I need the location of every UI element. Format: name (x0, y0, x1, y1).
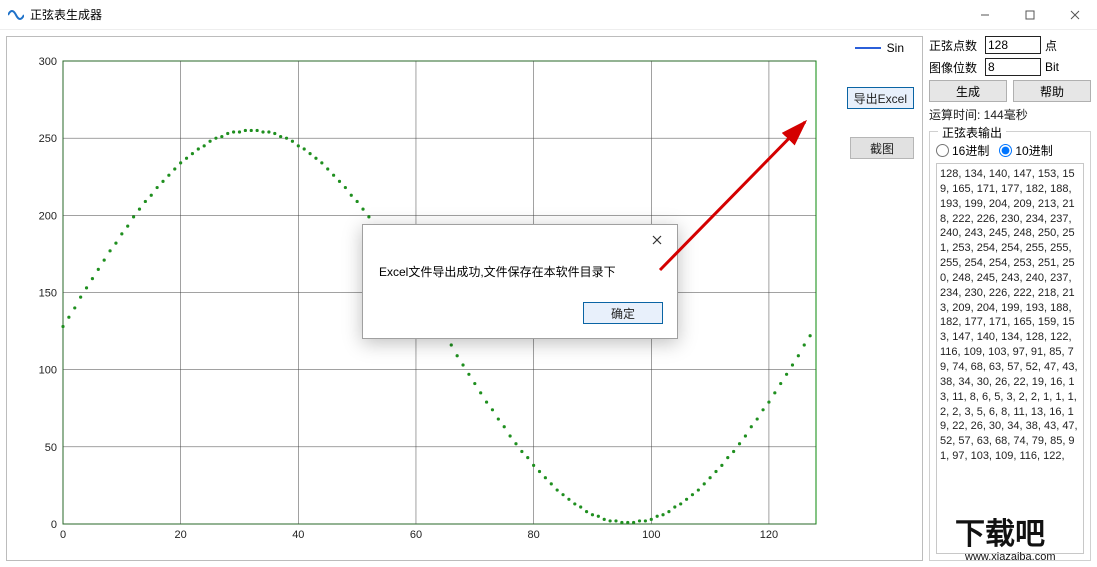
help-button[interactable]: 帮助 (1013, 80, 1091, 102)
controls-panel: 正弦点数 点 图像位数 Bit 生成 帮助 运算时间: 144毫秒 正弦表输出 … (929, 36, 1091, 561)
app-icon (8, 7, 24, 23)
svg-text:150: 150 (39, 288, 57, 300)
bits-label: 图像位数 (929, 59, 981, 76)
svg-text:0: 0 (51, 519, 57, 531)
radio-hex-label: 16进制 (952, 142, 989, 159)
svg-text:0: 0 (60, 529, 66, 541)
bits-unit: Bit (1045, 60, 1075, 74)
radio-dec-input[interactable] (999, 144, 1012, 157)
dialog-ok-button[interactable]: 确定 (583, 302, 663, 324)
maximize-button[interactable] (1007, 0, 1052, 29)
points-label: 正弦点数 (929, 37, 981, 54)
compute-time-status: 运算时间: 144毫秒 (929, 106, 1091, 123)
svg-text:300: 300 (39, 56, 57, 68)
generate-button[interactable]: 生成 (929, 80, 1007, 102)
close-button[interactable] (1052, 0, 1097, 29)
svg-text:100: 100 (642, 529, 660, 541)
output-textarea[interactable]: 128, 134, 140, 147, 153, 159, 165, 171, … (936, 163, 1084, 554)
radio-dec-label: 10进制 (1015, 142, 1052, 159)
bits-input[interactable] (985, 58, 1041, 76)
svg-text:40: 40 (292, 529, 304, 541)
export-success-dialog: Excel文件导出成功,文件保存在本软件目录下 确定 (362, 224, 678, 339)
radio-dec[interactable]: 10进制 (999, 142, 1052, 159)
points-unit: 点 (1045, 37, 1075, 54)
svg-text:50: 50 (45, 442, 57, 454)
svg-text:200: 200 (39, 210, 57, 222)
svg-text:100: 100 (39, 365, 57, 377)
svg-text:120: 120 (760, 529, 778, 541)
screenshot-button[interactable]: 截图 (850, 137, 914, 159)
output-group: 正弦表输出 16进制 10进制 128, 134, 140, 147, 153,… (929, 131, 1091, 561)
svg-text:250: 250 (39, 133, 57, 145)
window-title: 正弦表生成器 (30, 6, 102, 23)
export-excel-button[interactable]: 导出Excel (847, 87, 914, 109)
radio-hex[interactable]: 16进制 (936, 142, 989, 159)
output-group-title: 正弦表输出 (938, 124, 1006, 141)
dialog-message: Excel文件导出成功,文件保存在本软件目录下 (363, 255, 677, 294)
titlebar: 正弦表生成器 (0, 0, 1097, 30)
minimize-button[interactable] (962, 0, 1007, 29)
svg-text:20: 20 (175, 529, 187, 541)
svg-text:80: 80 (528, 529, 540, 541)
points-input[interactable] (985, 36, 1041, 54)
svg-text:60: 60 (410, 529, 422, 541)
radio-hex-input[interactable] (936, 144, 949, 157)
dialog-close-button[interactable] (643, 229, 671, 251)
